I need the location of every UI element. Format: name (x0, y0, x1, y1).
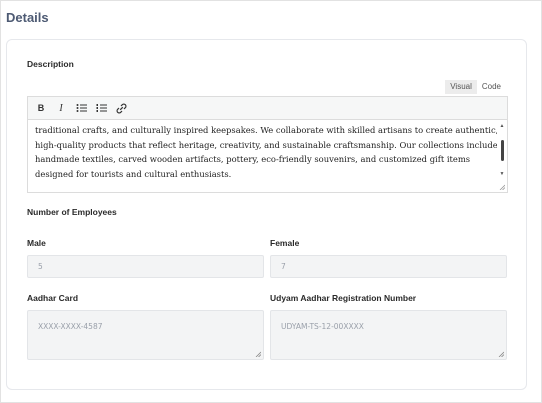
udyam-placeholder: UDYAM-TS-12-00XXXX (281, 322, 364, 331)
aadhar-placeholder: XXXX-XXXX-4587 (38, 322, 103, 331)
editor-toolbar: B I (28, 97, 507, 120)
resize-grip-icon[interactable] (499, 184, 505, 190)
tab-code[interactable]: Code (476, 80, 506, 94)
content-line: handmade textiles, carved wooden artifac… (35, 154, 471, 164)
details-card: Description Visual Code B I traditional … (6, 39, 527, 390)
female-count-input[interactable]: 7 (270, 255, 507, 278)
scroll-up-icon[interactable]: ▲ (498, 122, 506, 130)
udyam-label: Udyam Aadhar Registration Number (270, 293, 417, 303)
numbered-list-icon[interactable] (95, 102, 107, 114)
italic-button[interactable]: I (55, 102, 67, 114)
resize-grip-icon[interactable] (255, 351, 261, 357)
content-line: traditional crafts, and culturally inspi… (35, 125, 497, 135)
female-label: Female (270, 238, 300, 248)
description-editor[interactable]: B I traditional crafts, and culturally i… (27, 96, 508, 193)
content-line: high-quality products that reflect herit… (35, 139, 497, 150)
content-line: designed for tourists and cultural enthu… (35, 168, 232, 179)
aadhar-textarea[interactable]: XXXX-XXXX-4587 (27, 310, 264, 360)
page: Details Description Visual Code B I trad… (0, 0, 542, 403)
male-count-input[interactable]: 5 (27, 255, 264, 278)
editor-tabs: Visual Code (445, 80, 506, 94)
bold-button[interactable]: B (35, 102, 47, 114)
tab-visual[interactable]: Visual (445, 80, 477, 94)
male-count-value: 5 (38, 262, 43, 271)
description-label: Description (27, 59, 74, 69)
link-icon[interactable] (115, 102, 127, 114)
udyam-textarea[interactable]: UDYAM-TS-12-00XXXX (270, 310, 507, 360)
employees-heading: Number of Employees (27, 207, 117, 217)
resize-grip-icon[interactable] (498, 351, 504, 357)
scroll-thumb[interactable] (500, 140, 504, 161)
bulleted-list-icon[interactable] (75, 102, 87, 114)
section-title: Details (6, 10, 49, 25)
scroll-down-icon[interactable]: ▼ (498, 170, 506, 178)
editor-scrollbar[interactable]: ▲ ▼ (498, 122, 506, 178)
female-count-value: 7 (281, 262, 286, 271)
male-label: Male (27, 238, 46, 248)
editor-content[interactable]: traditional crafts, and culturally inspi… (28, 121, 497, 189)
aadhar-label: Aadhar Card (27, 293, 79, 303)
